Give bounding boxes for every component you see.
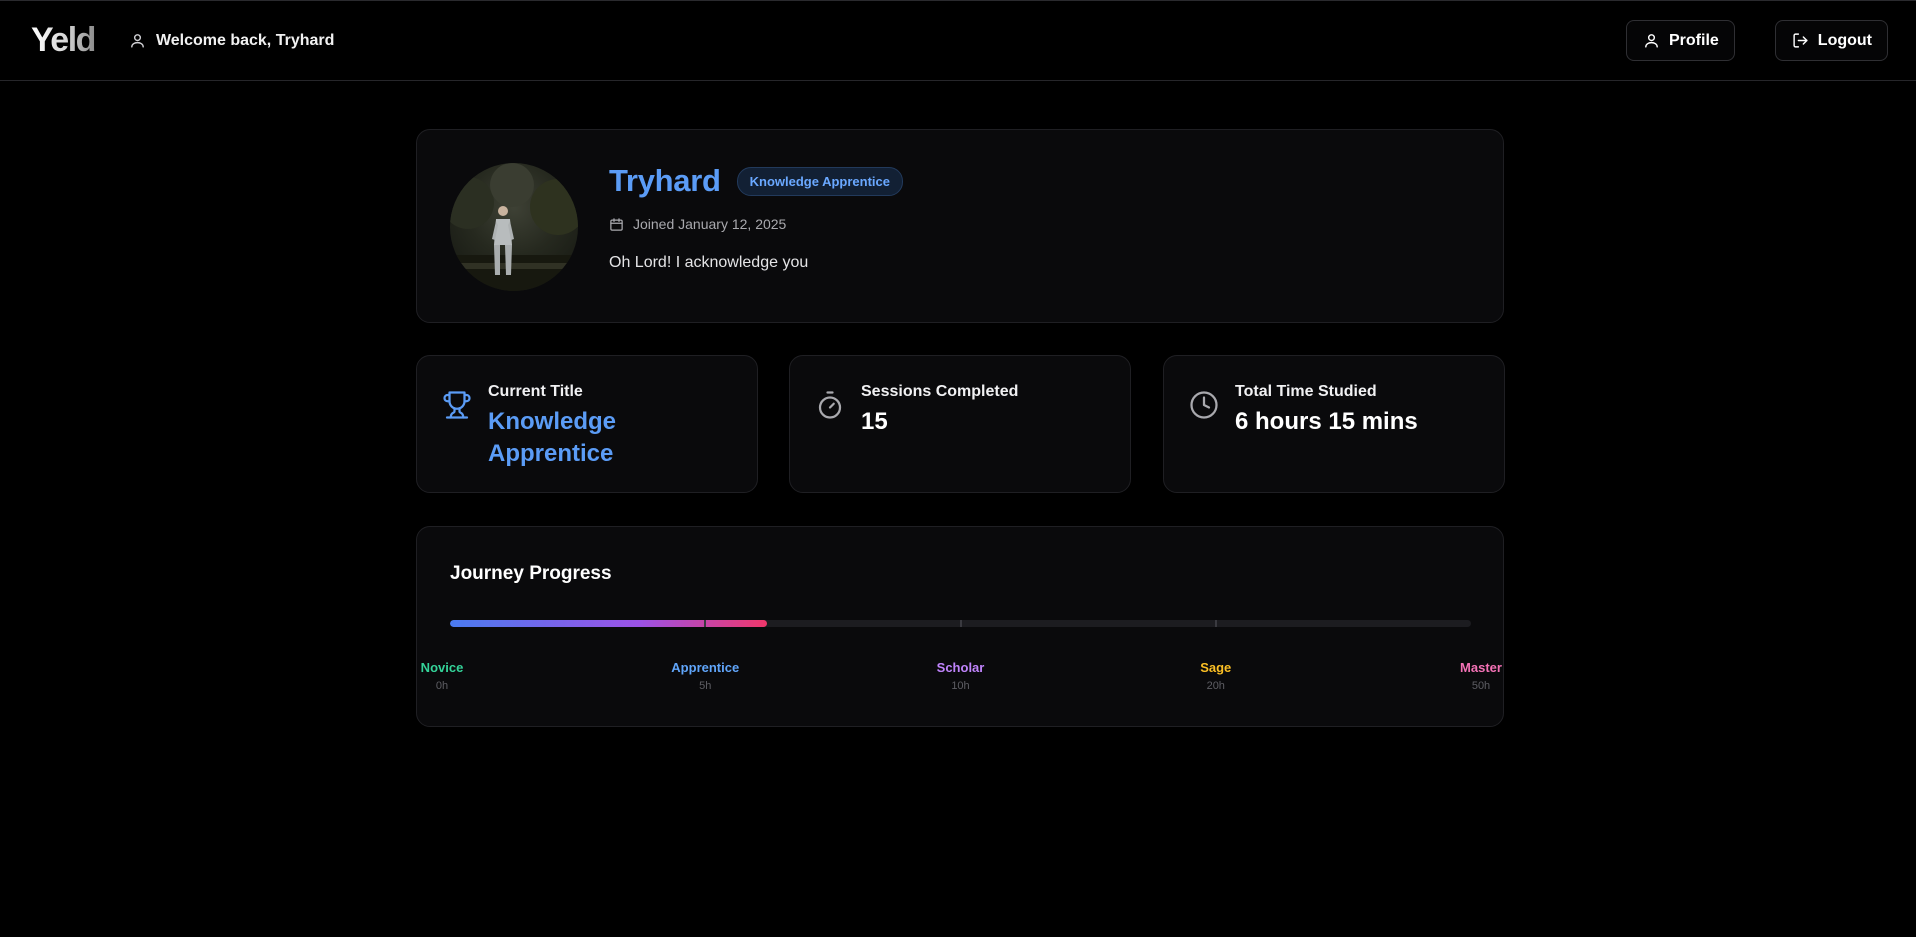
clock-icon xyxy=(1190,391,1218,419)
stat-label: Current Title xyxy=(488,383,583,400)
milestone-scholar: Scholar 10h xyxy=(937,660,985,692)
stat-value: 6 hours 15 mins xyxy=(1235,408,1418,435)
milestone-name: Sage xyxy=(1200,660,1232,675)
milestone-name: Master xyxy=(1460,660,1502,675)
profile-button[interactable]: Profile xyxy=(1626,20,1735,61)
calendar-icon xyxy=(610,217,623,231)
journey-progress-card: Journey Progress Novice 0h Apprentice 5h Sch… xyxy=(416,526,1504,727)
journey-title: Journey Progress xyxy=(450,563,612,584)
profile-card: Tryhard Knowledge Apprentice Joined Janu… xyxy=(416,129,1504,323)
sessions-completed-card: Sessions Completed 15 xyxy=(789,355,1131,493)
stat-label: Total Time Studied xyxy=(1235,383,1377,400)
milestone-name: Scholar xyxy=(936,660,985,675)
profile-header: Tryhard Knowledge Apprentice xyxy=(609,163,903,199)
milestone-hours: 5h xyxy=(699,680,712,692)
profile-name: Tryhard xyxy=(609,163,721,198)
progress-tick xyxy=(959,620,962,627)
trophy-icon xyxy=(443,391,471,419)
milestone-apprentice: Apprentice 5h xyxy=(671,660,739,692)
joined-text: Joined January 12, 2025 xyxy=(633,216,787,232)
milestone-hours: 20h xyxy=(1206,680,1225,692)
user-icon xyxy=(131,34,144,48)
milestone-master: Master 50h xyxy=(1460,660,1502,692)
stat-label: Sessions Completed xyxy=(861,383,1019,400)
total-time-card: Total Time Studied 6 hours 15 mins xyxy=(1163,355,1505,493)
stat-value: 15 xyxy=(861,408,888,435)
logout-button[interactable]: Logout xyxy=(1774,20,1888,61)
milestone-novice: Novice 0h xyxy=(421,660,464,692)
stat-value: Knowledge Apprentice xyxy=(488,408,617,467)
progress-track xyxy=(450,620,1471,627)
top-navbar: Yeld Welcome back, Tryhard Profile Logou… xyxy=(0,0,1916,81)
joined-date: Joined January 12, 2025 xyxy=(609,216,786,232)
welcome-message: Welcome back, Tryhard xyxy=(129,32,334,50)
timer-icon xyxy=(818,391,842,419)
milestone-hours: 0h xyxy=(435,680,449,692)
title-badge: Knowledge Apprentice xyxy=(736,166,903,196)
avatar xyxy=(450,163,578,291)
progress-fill xyxy=(450,620,767,627)
milestone-hours: 50h xyxy=(1471,680,1491,692)
milestone-sage: Sage 20h xyxy=(1200,660,1231,692)
milestone-name: Apprentice xyxy=(671,660,740,675)
current-title-card: Current Title Knowledge Apprentice xyxy=(416,355,758,493)
logout-icon xyxy=(1793,33,1808,48)
welcome-text: Welcome back, Tryhard xyxy=(155,31,335,49)
progress-tick xyxy=(704,620,707,627)
profile-bio: Oh Lord! I acknowledge you xyxy=(609,254,809,271)
avatar-photo xyxy=(450,163,578,291)
milestone-name: Novice xyxy=(420,660,464,675)
logout-button-label: Logout xyxy=(1817,31,1872,49)
progress-tick xyxy=(1214,620,1217,627)
profile-button-label: Profile xyxy=(1669,31,1719,49)
user-icon xyxy=(1645,34,1658,48)
app-logo[interactable]: Yeld xyxy=(31,21,96,60)
milestone-hours: 10h xyxy=(951,680,970,692)
